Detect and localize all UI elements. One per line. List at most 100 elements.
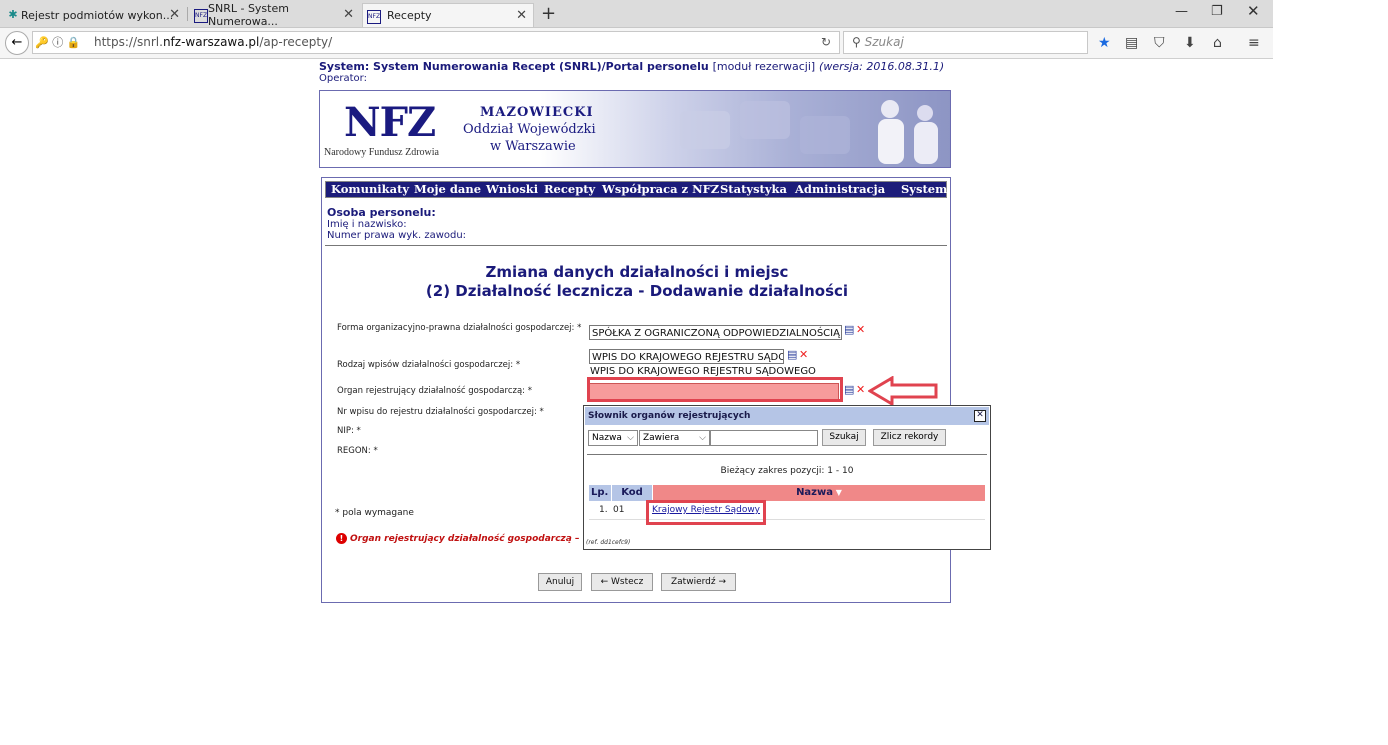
download-icon[interactable]: ⬇: [1184, 35, 1196, 51]
address-bar[interactable]: 🔑 ⓘ 🔒 https://snrl.nfz-warszawa.pl/ap-re…: [32, 31, 840, 54]
reload-icon[interactable]: ↻: [821, 32, 831, 53]
back-button[interactable]: ← Wstecz: [591, 573, 653, 591]
menu-system[interactable]: System: [901, 182, 947, 197]
person-heading: Osoba personelu:: [327, 206, 436, 219]
organ-label: Organ rejestrujący działalność gospodarc…: [337, 386, 532, 396]
error-message: ! Organ rejestrujący działalność gospodar…: [336, 533, 593, 544]
annotation-highlight-link: [646, 500, 766, 525]
popup-search-input[interactable]: [710, 430, 818, 446]
version-label: (wersja: 2016.08.31.1): [819, 60, 945, 73]
minimize-icon[interactable]: —: [1175, 4, 1188, 19]
field-select[interactable]: Nazwa ⌵: [588, 430, 638, 446]
browser-tab-recepty[interactable]: NFZ Recepty ✕: [362, 3, 534, 27]
close-tab-icon[interactable]: ✕: [343, 7, 354, 22]
popup-search-button[interactable]: Szukaj: [822, 429, 866, 446]
search-placeholder: Szukaj: [864, 35, 904, 49]
region-city: w Warszawie: [490, 139, 576, 154]
menu-wnioski[interactable]: Wnioski: [486, 182, 538, 197]
bookmark-star-icon[interactable]: ★: [1098, 35, 1111, 51]
list-icon[interactable]: ▤: [844, 383, 854, 396]
column-nazwa[interactable]: Nazwa ▼: [653, 485, 985, 501]
operator-select[interactable]: Zawiera ⌵: [639, 430, 710, 446]
row-lp: 1.: [599, 505, 608, 515]
forma-field[interactable]: SPÓŁKA Z OGRANICZONĄ ODPOWIEDZIALNOŚCIĄ: [589, 325, 842, 340]
menu-statystyka[interactable]: Statystyka: [720, 182, 787, 197]
close-tab-icon[interactable]: ✕: [516, 8, 527, 23]
snowflake-icon: ✱: [8, 8, 18, 21]
new-tab-icon[interactable]: +: [541, 3, 556, 24]
reader-list-icon[interactable]: ▤: [1125, 35, 1138, 51]
popup-divider: [587, 454, 987, 455]
restore-icon[interactable]: ❐: [1211, 4, 1223, 19]
dictionary-popup: Słownik organów rejestrujących ✕ Nazwa ⌵ …: [583, 405, 991, 550]
menu-administracja[interactable]: Administracja: [795, 182, 885, 197]
ref-code: (ref. dd1cefc9): [586, 539, 631, 546]
nfz-favicon-icon: NFZ: [367, 10, 381, 24]
nfz-favicon-icon: NFZ: [194, 9, 208, 23]
person-name-label: Imię i nazwisko:: [327, 219, 407, 230]
nfz-banner: NFZ Narodowy Fundusz Zdrowia MAZOWIECKI …: [319, 90, 951, 168]
browser-tab-snrl[interactable]: NFZ SNRL - System Numerowa... ✕: [190, 2, 360, 28]
main-menu: Komunikaty Moje dane Wnioski Recepty Wsp…: [325, 181, 947, 198]
url-text: https://snrl.nfz-warszawa.pl/ap-recepty/: [94, 35, 333, 49]
divider: [325, 245, 947, 246]
close-window-icon[interactable]: ✕: [1247, 2, 1260, 20]
annotation-arrow-icon: [868, 376, 938, 406]
person-license-label: Numer prawa wyk. zawodu:: [327, 230, 467, 241]
module-link[interactable]: [moduł rezerwacji]: [713, 60, 816, 73]
banner-medical-image: [680, 100, 938, 164]
menu-komunikaty[interactable]: Komunikaty: [331, 182, 409, 197]
sort-down-icon: ▼: [833, 488, 842, 497]
column-kod[interactable]: Kod: [612, 485, 652, 501]
cancel-button[interactable]: Anuluj: [538, 573, 582, 591]
menu-recepty[interactable]: Recepty: [544, 182, 595, 197]
rodzaj-selected-text: WPIS DO KRAJOWEGO REJESTRU SĄDOWEGO: [590, 366, 816, 377]
nr-wpisu-label: Nr wpisu do rejestru działalności gospod…: [337, 407, 544, 417]
count-records-button[interactable]: Zlicz rekordy: [873, 429, 946, 446]
browser-tab-bar: ✱ Rejestr podmiotów wykon... ✕ NFZ SNRL …: [0, 0, 1273, 28]
rodzaj-field[interactable]: WPIS DO KRAJOWEGO REJESTRU SĄDOWEGO: [589, 349, 784, 364]
back-arrow-icon[interactable]: ←: [5, 31, 29, 55]
clear-icon[interactable]: ✕: [799, 348, 808, 361]
range-label: Bieżący zakres pozycji: 1 - 10: [720, 466, 854, 476]
region-subtitle: Oddział Wojewódzki: [463, 122, 596, 137]
column-lp: Lp.: [589, 485, 611, 501]
tab-title: Rejestr podmiotów wykon...: [21, 8, 174, 22]
pocket-icon[interactable]: ⛉: [1154, 35, 1165, 51]
browser-tab-rejestr[interactable]: ✱ Rejestr podmiotów wykon... ✕: [3, 3, 186, 27]
confirm-button[interactable]: Zatwierdź →: [661, 573, 736, 591]
chevron-down-icon: ⌵: [627, 433, 634, 443]
forma-label: Forma organizacyjno-prawna działalności …: [337, 323, 582, 333]
search-icon: ⚲: [852, 35, 861, 49]
home-icon[interactable]: ⌂: [1213, 35, 1222, 51]
error-icon: !: [336, 533, 347, 544]
close-tab-icon[interactable]: ✕: [169, 7, 180, 22]
nfz-logo: NFZ: [344, 99, 436, 146]
row-kod: 01: [613, 505, 625, 515]
tab-separator: [187, 7, 188, 21]
page-header: System: System Numerowania Recept (SNRL)…: [319, 60, 959, 84]
nip-label: NIP: *: [337, 426, 361, 436]
browser-nav-bar: ← 🔑 ⓘ 🔒 https://snrl.nfz-warszawa.pl/ap-…: [0, 28, 1273, 59]
site-info-icon[interactable]: 🔑 ⓘ 🔒: [35, 32, 80, 53]
chevron-down-icon: ⌵: [699, 433, 706, 443]
menu-icon[interactable]: ≡: [1248, 35, 1260, 51]
menu-moje-dane[interactable]: Moje dane: [414, 182, 481, 197]
person-info: Osoba personelu: Imię i nazwisko: Numer …: [327, 206, 466, 241]
page-title: Zmiana danych działalności i miejsc (2) …: [425, 263, 849, 300]
list-icon[interactable]: ▤: [787, 348, 797, 361]
system-line: System: System Numerowania Recept (SNRL)…: [319, 60, 945, 73]
nfz-logo-subtitle: Narodowy Fundusz Zdrowia: [324, 147, 439, 158]
clear-icon[interactable]: ✕: [856, 323, 865, 336]
required-note: * pola wymagane: [335, 508, 414, 518]
regon-label: REGON: *: [337, 446, 378, 456]
menu-wspolpraca[interactable]: Współpraca z NFZ: [602, 182, 719, 197]
rodzaj-label: Rodzaj wpisów działalności gospodarczej:…: [337, 360, 521, 370]
tab-title: Recepty: [387, 9, 432, 22]
tab-title: SNRL - System Numerowa...: [208, 2, 289, 28]
popup-title: Słownik organów rejestrujących ✕: [585, 407, 989, 425]
search-input[interactable]: ⚲ Szukaj: [843, 31, 1088, 54]
close-icon[interactable]: ✕: [974, 410, 986, 422]
clear-icon[interactable]: ✕: [856, 383, 865, 396]
list-icon[interactable]: ▤: [844, 323, 854, 336]
